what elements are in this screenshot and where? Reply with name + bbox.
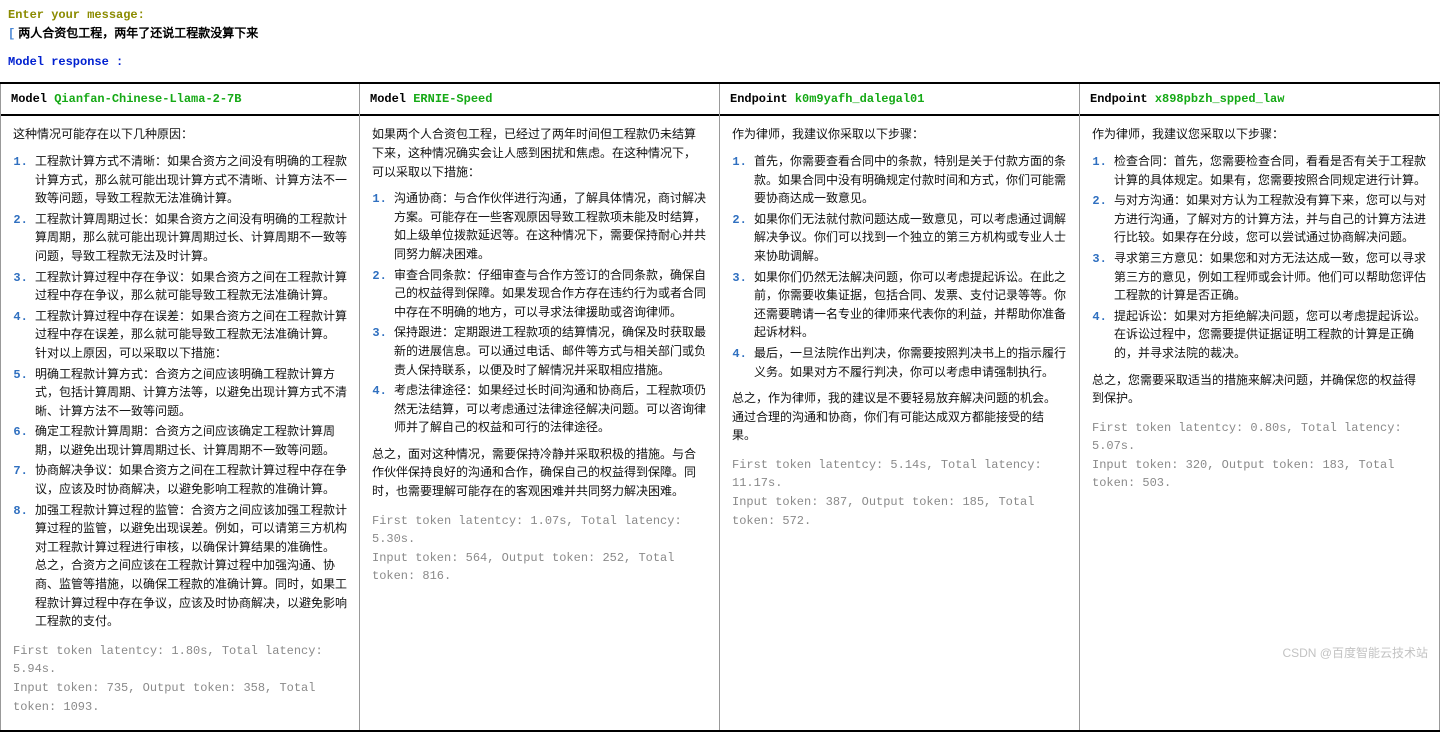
response-conclusion: 总之，面对这种情况，需要保持冷静并采取积极的措施。与合作伙伴保持良好的沟通和合作…	[372, 446, 707, 502]
user-message-text: 两人合资包工程，两年了还说工程款没算下来	[18, 25, 258, 44]
list-item: 保持跟进：定期跟进工程款项的结算情况，确保及时获取最新的进展信息。可以通过电话、…	[394, 324, 707, 380]
list-item: 工程款计算过程中存在误差：如果合资方之间在工程款计算过程中存在误差，那么就可能导…	[35, 308, 347, 364]
user-input-line[interactable]: [ 两人合资包工程，两年了还说工程款没算下来	[8, 25, 1432, 44]
prompt-block: Enter your message: [ 两人合资包工程，两年了还说工程款没算…	[0, 0, 1440, 82]
list-item: 工程款计算方式不清晰：如果合资方之间没有明确的工程款计算方式，那么就可能出现计算…	[35, 153, 347, 209]
column-header: Endpoint k0m9yafh_dalegal01	[720, 84, 1079, 117]
response-intro: 这种情况可能存在以下几种原因：	[13, 126, 347, 145]
list-item: 与对方沟通：如果对方认为工程款没有算下来，您可以与对方进行沟通，了解对方的计算方…	[1114, 192, 1427, 248]
latency-metrics: First token latentcy: 5.14s, Total laten…	[732, 456, 1067, 530]
response-column: Model Qianfan-Chinese-Llama-2-7B 这种情况可能存…	[0, 84, 360, 730]
list-item: 最后，一旦法院作出判决，你需要按照判决书上的指示履行义务。如果对方不履行判决，你…	[754, 345, 1067, 382]
list-item: 协商解决争议：如果合资方之间在工程款计算过程中存在争议，应该及时协商解决，以避免…	[35, 462, 347, 499]
list-item: 加强工程款计算过程的监管：合资方之间应该加强工程款计算过程的监管，以避免出现误差…	[35, 502, 347, 632]
response-intro: 如果两个人合资包工程，已经过了两年时间但工程款仍未结算下来，这种情况确实会让人感…	[372, 126, 707, 182]
response-list: 工程款计算方式不清晰：如果合资方之间没有明确的工程款计算方式，那么就可能出现计算…	[13, 153, 347, 632]
list-item: 如果你们仍然无法解决问题，你可以考虑提起诉讼。在此之前，你需要收集证据，包括合同…	[754, 269, 1067, 343]
response-conclusion: 总之，作为律师，我的建议是不要轻易放弃解决问题的机会。通过合理的沟通和协商，你们…	[732, 390, 1067, 446]
response-column: Model ERNIE-Speed 如果两个人合资包工程，已经过了两年时间但工程…	[360, 84, 720, 730]
response-grid: Model Qianfan-Chinese-Llama-2-7B 这种情况可能存…	[0, 82, 1440, 732]
column-body: 如果两个人合资包工程，已经过了两年时间但工程款仍未结算下来，这种情况确实会让人感…	[360, 116, 719, 600]
column-header: Model ERNIE-Speed	[360, 84, 719, 117]
header-prefix: Model	[370, 92, 406, 106]
list-item: 沟通协商：与合作伙伴进行沟通，了解具体情况，商讨解决方案。可能存在一些客观原因导…	[394, 190, 707, 264]
response-label: Model response :	[8, 53, 123, 72]
column-header: Model Qianfan-Chinese-Llama-2-7B	[1, 84, 359, 117]
column-body: 这种情况可能存在以下几种原因： 工程款计算方式不清晰：如果合资方之间没有明确的工…	[1, 116, 359, 730]
response-list: 首先，你需要查看合同中的条款，特别是关于付款方面的条款。如果合同中没有明确规定付…	[732, 153, 1067, 382]
list-item: 明确工程款计算方式：合资方之间应该明确工程款计算方式，包括计算周期、计算方法等，…	[35, 366, 347, 422]
list-item: 首先，你需要查看合同中的条款，特别是关于付款方面的条款。如果合同中没有明确规定付…	[754, 153, 1067, 209]
list-item: 寻求第三方意见：如果您和对方无法达成一致，您可以寻求第三方的意见，例如工程师或会…	[1114, 250, 1427, 306]
endpoint-name: x898pbzh_spped_law	[1155, 92, 1285, 106]
latency-metrics: First token latentcy: 1.80s, Total laten…	[13, 642, 347, 716]
list-item: 检查合同：首先，您需要检查合同，看看是否有关于工程款计算的具体规定。如果有，您需…	[1114, 153, 1427, 190]
endpoint-name: k0m9yafh_dalegal01	[795, 92, 925, 106]
list-item: 确定工程款计算周期：合资方之间应该确定工程款计算周期，以避免出现计算周期过长、计…	[35, 423, 347, 460]
latency-metrics: First token latentcy: 1.07s, Total laten…	[372, 512, 707, 586]
cursor-icon: [	[8, 25, 15, 44]
list-item: 工程款计算周期过长：如果合资方之间没有明确的工程款计算周期，那么就可能出现计算周…	[35, 211, 347, 267]
model-name: ERNIE-Speed	[413, 92, 492, 106]
response-column: Endpoint x898pbzh_spped_law 作为律师，我建议您采取以…	[1080, 84, 1440, 730]
latency-metrics: First token latentcy: 0.80s, Total laten…	[1092, 419, 1427, 493]
response-intro: 作为律师，我建议您采取以下步骤：	[1092, 126, 1427, 145]
list-item: 审查合同条款：仔细审查与合作方签订的合同条款，确保自己的权益得到保障。如果发现合…	[394, 267, 707, 323]
response-list: 检查合同：首先，您需要检查合同，看看是否有关于工程款计算的具体规定。如果有，您需…	[1092, 153, 1427, 364]
response-intro: 作为律师，我建议你采取以下步骤：	[732, 126, 1067, 145]
header-prefix: Model	[11, 92, 47, 106]
response-conclusion: 总之，您需要采取适当的措施来解决问题，并确保您的权益得到保护。	[1092, 372, 1427, 409]
header-prefix: Endpoint	[730, 92, 788, 106]
list-item: 如果你们无法就付款问题达成一致意见，可以考虑通过调解解决争议。你们可以找到一个独…	[754, 211, 1067, 267]
response-list: 沟通协商：与合作伙伴进行沟通，了解具体情况，商讨解决方案。可能存在一些客观原因导…	[372, 190, 707, 438]
column-body: 作为律师，我建议你采取以下步骤： 首先，你需要查看合同中的条款，特别是关于付款方…	[720, 116, 1079, 544]
list-item: 工程款计算过程中存在争议：如果合资方之间在工程款计算过程中存在争议，那么就可能导…	[35, 269, 347, 306]
response-column: Endpoint k0m9yafh_dalegal01 作为律师，我建议你采取以…	[720, 84, 1080, 730]
list-item: 提起诉讼：如果对方拒绝解决问题，您可以考虑提起诉讼。在诉讼过程中，您需要提供证据…	[1114, 308, 1427, 364]
list-item: 考虑法律途径：如果经过长时间沟通和协商后，工程款项仍然无法结算，可以考虑通过法律…	[394, 382, 707, 438]
prompt-label: Enter your message:	[8, 6, 1432, 25]
column-header: Endpoint x898pbzh_spped_law	[1080, 84, 1439, 117]
model-name: Qianfan-Chinese-Llama-2-7B	[54, 92, 241, 106]
column-body: 作为律师，我建议您采取以下步骤： 检查合同：首先，您需要检查合同，看看是否有关于…	[1080, 116, 1439, 507]
header-prefix: Endpoint	[1090, 92, 1148, 106]
